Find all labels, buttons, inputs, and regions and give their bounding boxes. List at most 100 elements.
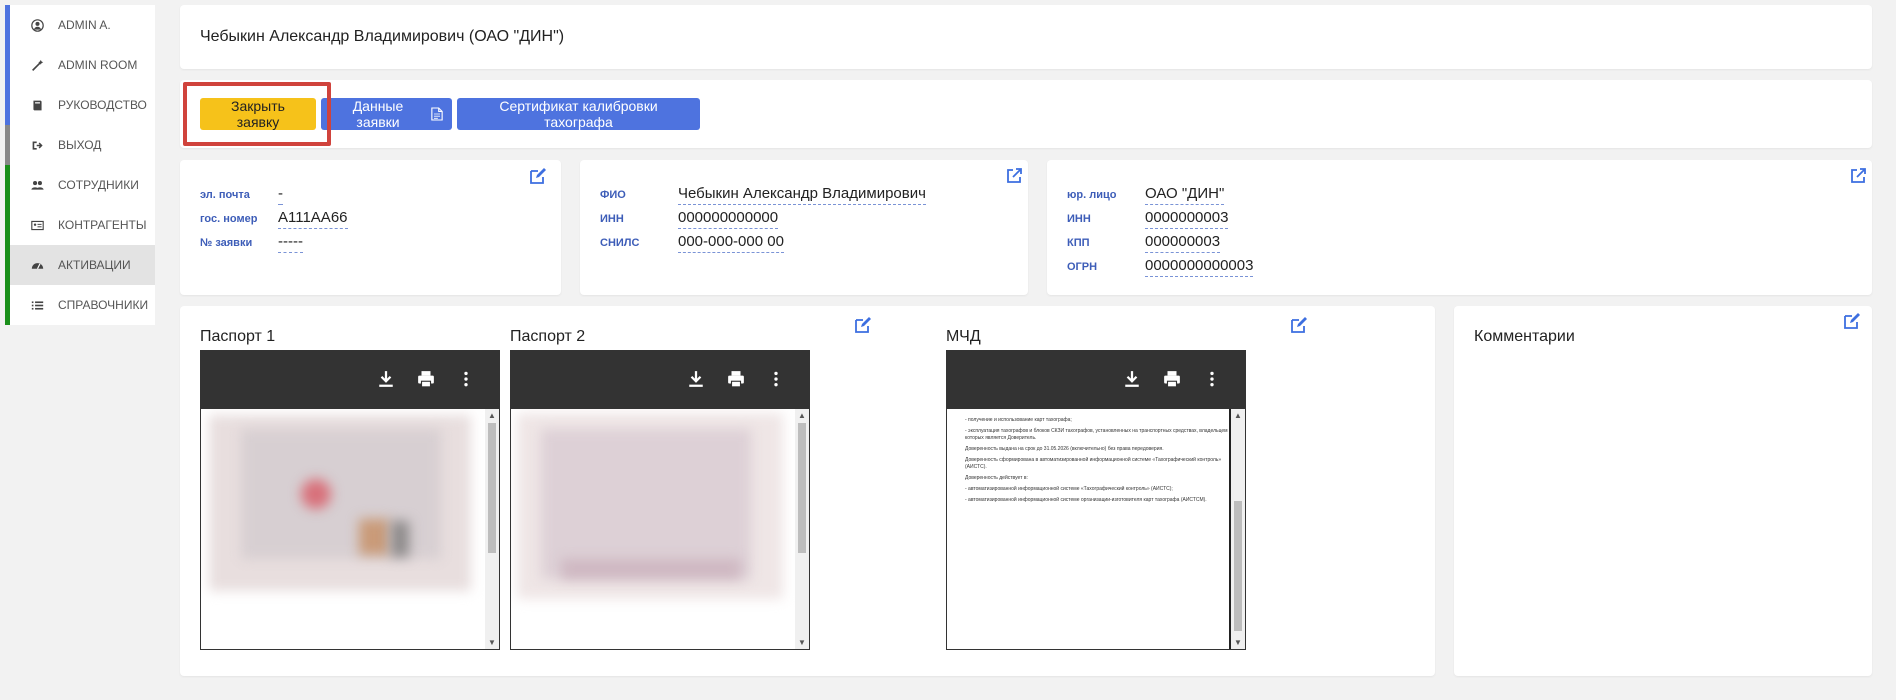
- sidebar-item-label: ADMIN ROOM: [58, 58, 138, 72]
- sidebar-item-activations[interactable]: АКТИВАЦИИ: [5, 245, 155, 285]
- more-vertical-icon[interactable]: [455, 368, 477, 390]
- sidebar-item-label: КОНТРАГЕНТЫ: [58, 218, 147, 232]
- mchd-paragraph: Доверенность выдана на срок до 31.05.202…: [965, 446, 1164, 452]
- magic-wand-icon: [30, 58, 44, 72]
- blurred-passport-image: [241, 429, 441, 559]
- sidebar-item-guide[interactable]: РУКОВОДСТВО: [5, 85, 155, 125]
- page-title-card: Чебыкин Александр Владимирович (ОАО "ДИН…: [180, 5, 1872, 69]
- list-icon: [30, 298, 44, 312]
- sign-out-icon: [30, 138, 44, 152]
- edit-icon[interactable]: [854, 316, 872, 334]
- actions-card: Закрыть заявку Данные заявки Сертификат …: [180, 80, 1872, 148]
- sidebar-item-label: ВЫХОД: [58, 138, 102, 152]
- sidebar-item-logout[interactable]: ВЫХОД: [5, 125, 155, 165]
- request-number-value[interactable]: -----: [278, 233, 303, 253]
- id-card-icon: [30, 218, 44, 232]
- mchd-text: - получение и использование карт тахогра…: [965, 417, 1229, 508]
- fio-label: ФИО: [600, 189, 626, 201]
- mchd-paragraph: - получение и использование карт тахогра…: [965, 417, 1072, 423]
- snils-value[interactable]: 000-000-000 00: [678, 233, 784, 253]
- scroll-thumb[interactable]: [1234, 501, 1242, 631]
- passport2-viewer[interactable]: ▲ ▼: [510, 350, 810, 650]
- mchd-paragraph: Доверенность действует в:: [965, 475, 1028, 481]
- ogrn-label: ОГРН: [1067, 261, 1098, 273]
- viewer-toolbar: [947, 351, 1245, 409]
- passport1-title: Паспорт 1: [200, 328, 276, 345]
- company-inn-label: ИНН: [1067, 213, 1091, 225]
- request-data-button[interactable]: Данные заявки: [321, 98, 452, 130]
- print-icon[interactable]: [725, 368, 747, 390]
- scroll-down-icon[interactable]: ▼: [487, 638, 497, 647]
- blurred-photo: [391, 521, 409, 557]
- file-text-icon: [431, 107, 443, 121]
- download-icon[interactable]: [1121, 368, 1143, 390]
- snils-label: СНИЛС: [600, 237, 640, 249]
- scroll-up-icon[interactable]: ▲: [797, 411, 807, 420]
- mchd-viewer[interactable]: - получение и использование карт тахогра…: [946, 350, 1246, 650]
- sidebar-item-label: СОТРУДНИКИ: [58, 178, 139, 192]
- legal-entity-value[interactable]: ОАО "ДИН": [1145, 185, 1225, 205]
- scroll-down-icon[interactable]: ▼: [797, 638, 807, 647]
- email-value[interactable]: -: [278, 185, 283, 205]
- legal-entity-label: юр. лицо: [1067, 189, 1117, 201]
- edit-icon[interactable]: [529, 167, 547, 185]
- scrollbar[interactable]: ▲ ▼: [485, 409, 499, 649]
- request-info-card: эл. почта - гос. номер А111АА66 № заявки…: [180, 160, 561, 295]
- plate-label: гос. номер: [200, 213, 258, 225]
- kpp-label: КПП: [1067, 237, 1090, 249]
- kpp-value[interactable]: 000000003: [1145, 233, 1221, 253]
- scroll-up-icon[interactable]: ▲: [1233, 411, 1243, 420]
- print-icon[interactable]: [415, 368, 437, 390]
- comments-title: Комментарии: [1474, 328, 1575, 345]
- sidebar: ADMIN A. ADMIN ROOM РУКОВОДСТВО ВЫХОД СО…: [5, 5, 155, 325]
- viewer-toolbar: [201, 351, 499, 409]
- mchd-document: - получение и использование карт тахогра…: [947, 409, 1231, 649]
- external-link-icon[interactable]: [1849, 167, 1867, 185]
- sidebar-item-admin-a[interactable]: ADMIN A.: [5, 5, 155, 45]
- company-inn-value[interactable]: 0000000003: [1145, 209, 1229, 229]
- request-number-label: № заявки: [200, 237, 253, 249]
- email-label: эл. почта: [200, 189, 250, 201]
- scroll-thumb[interactable]: [798, 423, 806, 553]
- mchd-paragraph: - автоматизированной информационной сист…: [965, 486, 1173, 492]
- scrollbar[interactable]: ▲ ▼: [795, 409, 809, 649]
- more-vertical-icon[interactable]: [1201, 368, 1223, 390]
- sidebar-item-contractors[interactable]: КОНТРАГЕНТЫ: [5, 205, 155, 245]
- person-info-card: ФИО Чебыкин Александр Владимирович ИНН 0…: [580, 160, 1028, 295]
- sidebar-item-reference[interactable]: СПРАВОЧНИКИ: [5, 285, 155, 325]
- scroll-up-icon[interactable]: ▲: [487, 411, 497, 420]
- close-request-button[interactable]: Закрыть заявку: [200, 98, 316, 130]
- print-icon[interactable]: [1161, 368, 1183, 390]
- mchd-paragraph: Доверенность сформирована в автоматизиро…: [965, 457, 1222, 470]
- person-inn-value[interactable]: 000000000000: [678, 209, 779, 229]
- edit-icon[interactable]: [1843, 312, 1861, 330]
- users-icon: [30, 178, 44, 192]
- mchd-paragraph: - эксплуатация тахографов и блоков СКЗИ …: [965, 428, 1228, 441]
- company-info-card: юр. лицо ОАО "ДИН" ИНН 0000000003 КПП 00…: [1047, 160, 1872, 295]
- ogrn-value[interactable]: 0000000000003: [1145, 257, 1254, 277]
- sidebar-item-employees[interactable]: СОТРУДНИКИ: [5, 165, 155, 205]
- blurred-photo: [359, 519, 389, 555]
- edit-icon[interactable]: [1290, 316, 1308, 334]
- documents-card: Паспорт 1 Паспорт 2 МЧД ▲ ▼ ▲ ▼ - получе…: [180, 306, 1435, 676]
- passport1-viewer[interactable]: ▲ ▼: [200, 350, 500, 650]
- sidebar-item-admin-room[interactable]: ADMIN ROOM: [5, 45, 155, 85]
- more-vertical-icon[interactable]: [765, 368, 787, 390]
- book-icon: [30, 98, 44, 112]
- sidebar-item-label: РУКОВОДСТВО: [58, 98, 147, 112]
- sidebar-item-label: СПРАВОЧНИКИ: [58, 298, 149, 312]
- plate-value[interactable]: А111АА66: [278, 209, 348, 229]
- download-icon[interactable]: [685, 368, 707, 390]
- external-link-icon[interactable]: [1005, 167, 1023, 185]
- dashboard-icon: [30, 258, 44, 272]
- comments-card: Комментарии: [1454, 306, 1872, 676]
- scroll-down-icon[interactable]: ▼: [1233, 638, 1243, 647]
- download-icon[interactable]: [375, 368, 397, 390]
- request-data-label: Данные заявки: [352, 98, 404, 130]
- calibration-certificate-button[interactable]: Сертификат калибровки тахографа: [457, 98, 700, 130]
- sidebar-item-label: ADMIN A.: [58, 18, 111, 32]
- scroll-thumb[interactable]: [488, 423, 496, 553]
- scrollbar[interactable]: ▲ ▼: [1231, 409, 1245, 649]
- fio-value[interactable]: Чебыкин Александр Владимирович: [678, 185, 926, 205]
- passport1-image: [201, 409, 499, 649]
